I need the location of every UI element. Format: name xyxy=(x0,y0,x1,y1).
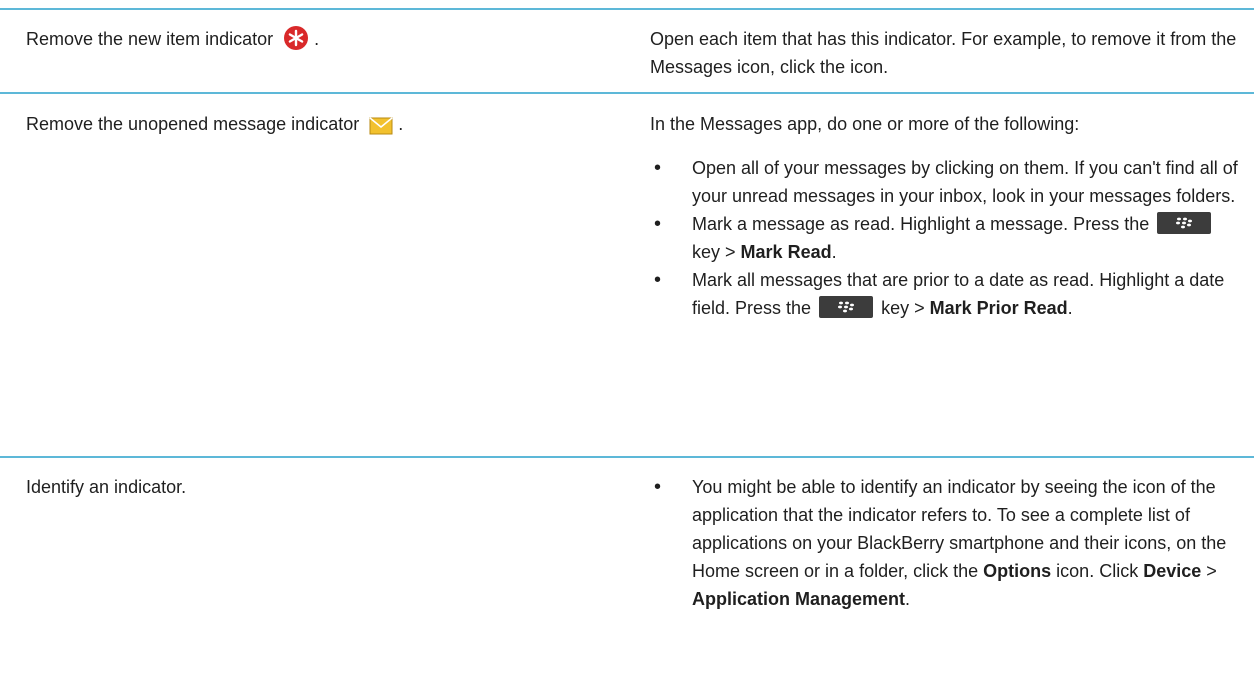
row1-action-period: . xyxy=(314,29,320,49)
blackberry-menu-key-icon xyxy=(819,296,874,318)
row1-action-text: Remove the new item indicator xyxy=(26,29,274,49)
row3-end: . xyxy=(905,589,911,609)
row-divider-top xyxy=(0,8,1254,10)
bullet3-key-text: key > xyxy=(881,298,925,318)
row3-solution: You might be able to identify an indicat… xyxy=(650,473,1240,613)
row3-text-3: > xyxy=(1206,561,1217,581)
row2-bullet-list: Open all of your messages by clicking on… xyxy=(650,154,1240,322)
row2-bullet-1: Open all of your messages by clicking on… xyxy=(650,154,1240,210)
row1-solution: Open each item that has this indicator. … xyxy=(650,29,1237,77)
bullet2-text: Mark a message as read. Highlight a mess… xyxy=(692,214,1150,234)
row1-action: Remove the new item indicator . xyxy=(26,25,586,59)
bullet3-bold: Mark Prior Read xyxy=(929,298,1068,318)
bullet2-end: . xyxy=(831,242,837,262)
row3-action: Identify an indicator. xyxy=(26,477,187,497)
row2-bullet-3: Mark all messages that are prior to a da… xyxy=(650,266,1240,322)
blackberry-menu-key-icon xyxy=(1157,212,1212,234)
row2-solution: In the Messages app, do one or more of t… xyxy=(650,110,1240,322)
row3-text-2: icon. Click xyxy=(1056,561,1139,581)
row3-bold-app-management: Application Management xyxy=(692,589,906,609)
row2-action-text: Remove the unopened message indicator xyxy=(26,114,360,134)
row-divider-2 xyxy=(0,456,1254,458)
row2-action: Remove the unopened message indicator . xyxy=(26,110,586,144)
row-divider-1 xyxy=(0,92,1254,94)
envelope-icon xyxy=(369,116,393,144)
row3-bold-device: Device xyxy=(1143,561,1202,581)
row2-action-period: . xyxy=(398,114,404,134)
row3-bullet-1: You might be able to identify an indicat… xyxy=(650,473,1240,613)
row2-bullet-2: Mark a message as read. Highlight a mess… xyxy=(650,210,1240,266)
row3-bullet-list: You might be able to identify an indicat… xyxy=(650,473,1240,613)
bullet2-bold: Mark Read xyxy=(740,242,832,262)
bullet3-end: . xyxy=(1067,298,1073,318)
new-item-star-icon xyxy=(283,25,309,59)
row3-bold-options: Options xyxy=(983,561,1052,581)
bullet2-key-text: key > xyxy=(692,242,736,262)
row2-intro: In the Messages app, do one or more of t… xyxy=(650,114,1080,134)
